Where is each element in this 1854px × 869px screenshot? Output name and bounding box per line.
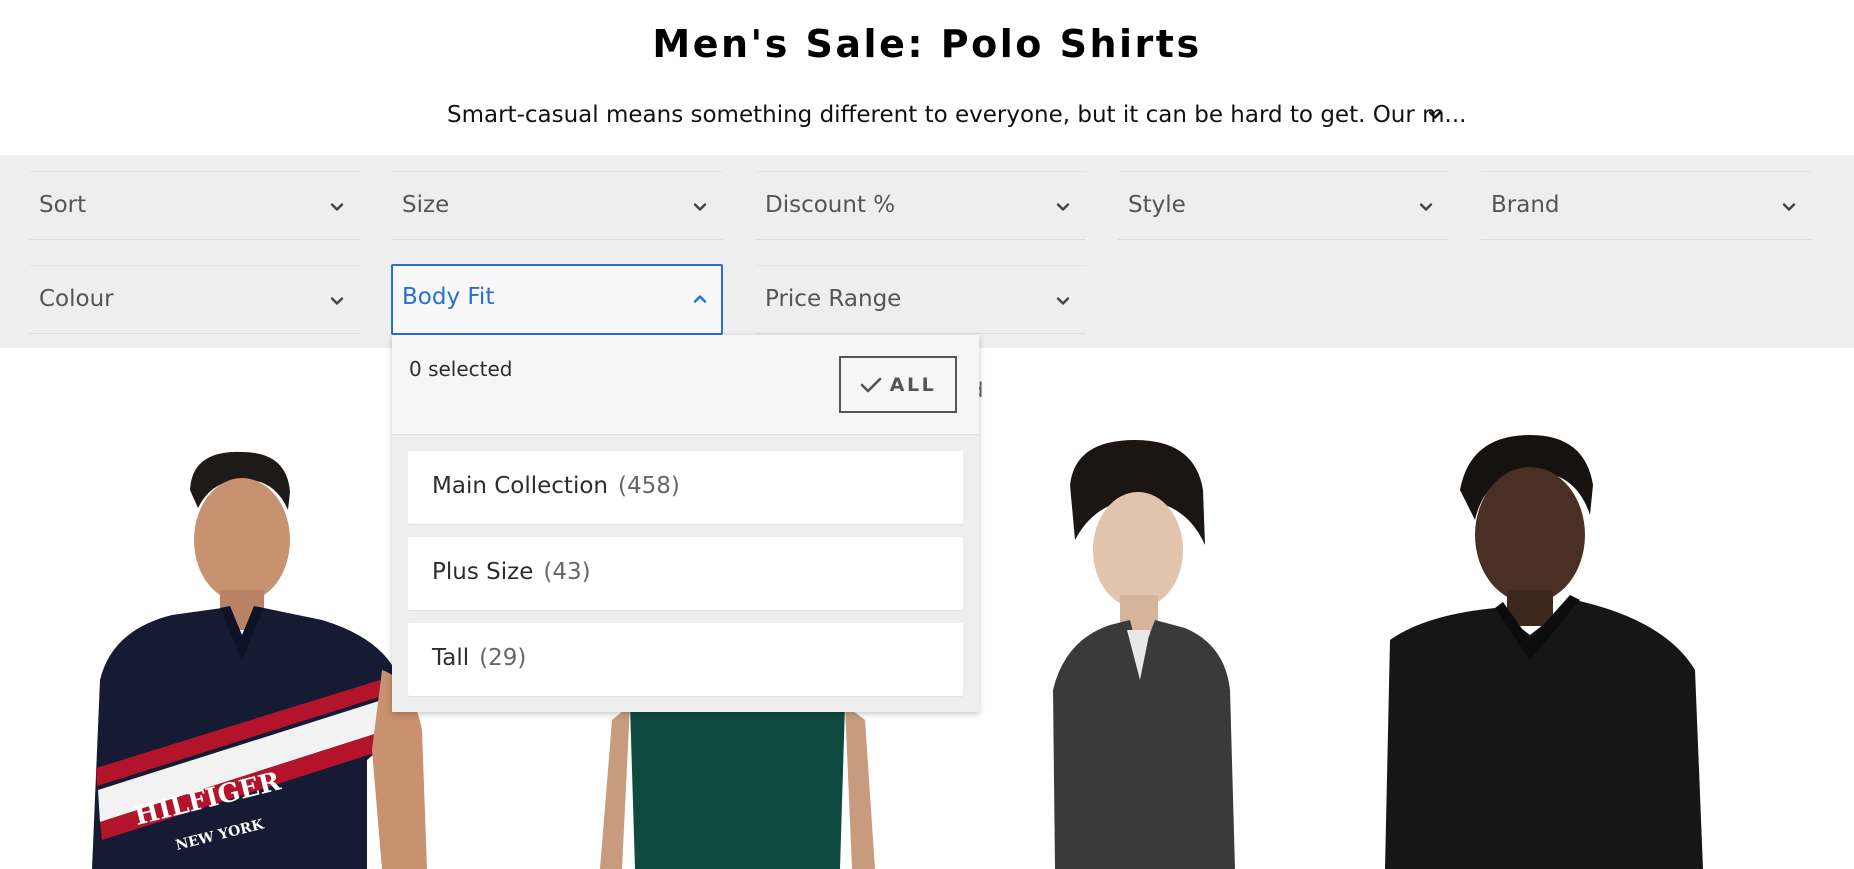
page-title: Men's Sale: Polo Shirts — [652, 22, 1202, 66]
filter-label: Sort — [39, 192, 87, 218]
product-image — [1385, 430, 1813, 869]
category-description: Smart-casual means something different t… — [447, 102, 1467, 128]
chevron-down-icon — [1056, 200, 1070, 214]
option-count: (458) — [617, 473, 680, 499]
filter-style[interactable]: Style — [1118, 171, 1449, 240]
chevron-up-icon — [693, 292, 707, 306]
filter-label: Price Range — [765, 286, 902, 312]
filter-size[interactable]: Size — [392, 171, 723, 240]
filter-label: Discount % — [765, 192, 896, 218]
chevron-down-icon — [330, 294, 344, 308]
filter-label: Colour — [39, 286, 114, 312]
dropdown-header: 0 selected ALL — [392, 335, 979, 435]
product-card[interactable] — [935, 430, 1363, 869]
option-label: Tall — [432, 645, 470, 671]
chevron-down-icon — [330, 200, 344, 214]
filter-label: Style — [1128, 192, 1186, 218]
filter-colour[interactable]: Colour — [29, 265, 360, 334]
chevron-down-icon — [1056, 294, 1070, 308]
page-header: Men's Sale: Polo Shirts Smart-casual mea… — [0, 0, 1854, 155]
filter-label: Size — [402, 192, 450, 218]
chevron-down-icon — [1782, 200, 1796, 214]
filter-brand[interactable]: Brand — [1481, 171, 1812, 240]
option-count: (29) — [479, 645, 527, 671]
filter-body-fit[interactable]: Body Fit — [391, 264, 723, 335]
filter-bar: Sort Size Discount % Style Brand Colour … — [0, 155, 1854, 348]
chevron-down-icon — [1419, 200, 1433, 214]
check-icon — [860, 377, 882, 392]
option-label: Plus Size — [432, 559, 534, 585]
selected-count: 0 selected — [409, 357, 513, 381]
select-all-button[interactable]: ALL — [839, 356, 957, 413]
filter-option-plus-size[interactable]: Plus Size (43) — [408, 537, 963, 610]
filter-label: Brand — [1491, 192, 1560, 218]
product-image — [935, 430, 1363, 869]
product-card[interactable] — [1385, 430, 1813, 869]
chevron-down-icon[interactable] — [1428, 108, 1442, 122]
filter-option-main-collection[interactable]: Main Collection (458) — [408, 451, 963, 524]
chevron-down-icon — [693, 200, 707, 214]
option-count: (43) — [543, 559, 591, 585]
filter-option-tall[interactable]: Tall (29) — [408, 623, 963, 696]
select-all-label: ALL — [889, 373, 937, 396]
body-fit-dropdown: 0 selected ALL Main Collection (458) Plus… — [392, 335, 979, 712]
option-label: Main Collection — [432, 473, 608, 499]
filter-label: Body Fit — [402, 284, 495, 310]
filter-discount[interactable]: Discount % — [755, 171, 1086, 240]
filter-price-range[interactable]: Price Range — [755, 265, 1086, 334]
filter-sort[interactable]: Sort — [29, 171, 360, 240]
